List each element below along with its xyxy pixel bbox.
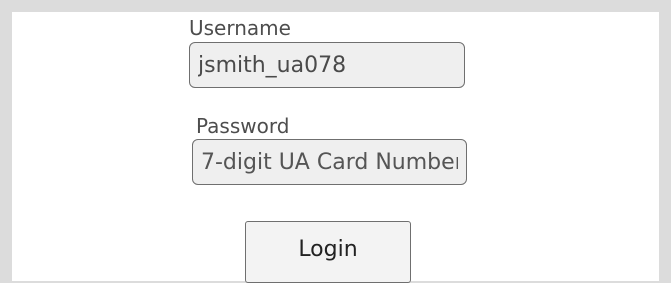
username-label: Username	[189, 16, 291, 40]
password-input[interactable]	[192, 139, 467, 185]
login-button[interactable]: Login	[245, 221, 411, 283]
password-label: Password	[196, 114, 290, 138]
username-input[interactable]	[189, 42, 465, 88]
